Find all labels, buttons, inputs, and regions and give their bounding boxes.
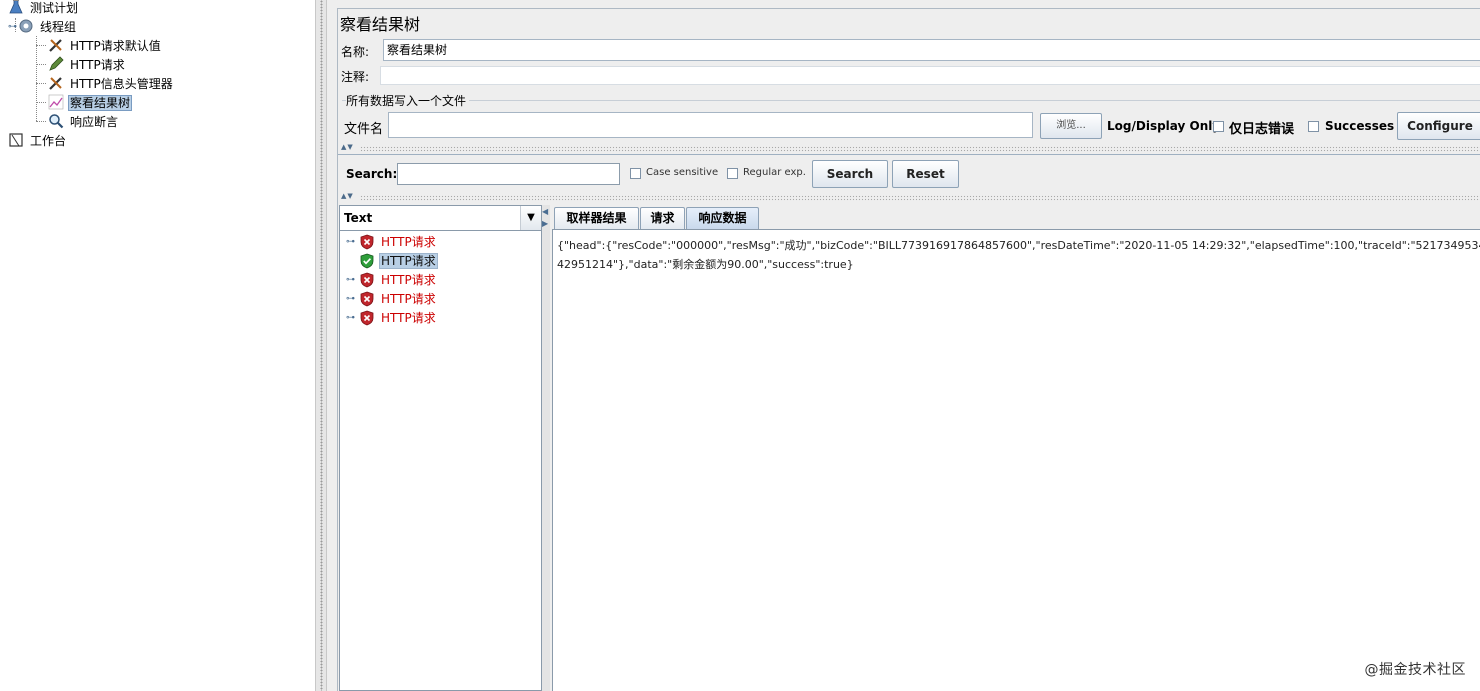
response-data-pane[interactable]: {"head":{"resCode":"000000","resMsg":"成功… — [552, 229, 1480, 691]
successes-label: Successes — [1325, 119, 1395, 133]
tree-connector — [36, 64, 46, 65]
magnifier-icon — [48, 113, 64, 129]
gear-icon — [18, 18, 34, 34]
page-title: 察看结果树 — [340, 15, 421, 34]
tree-item-label: 线程组 — [40, 19, 77, 34]
result-item[interactable]: ⊶ HTTP请求 — [346, 232, 438, 250]
tab-sampler-result[interactable]: 取样器结果 — [554, 207, 639, 229]
tree-item-http-request[interactable]: HTTP请求 — [48, 55, 127, 73]
error-shield-icon — [359, 272, 375, 288]
expand-handle-icon[interactable]: ⊶ — [346, 290, 356, 308]
divider — [360, 195, 1480, 201]
expand-handle-icon[interactable]: ⊶ — [346, 271, 356, 289]
watermark: @掘金技术社区 — [1364, 662, 1466, 678]
divider — [360, 146, 1480, 152]
group-title: 所有数据写入一个文件 — [346, 92, 470, 109]
name-label: 名称: — [341, 45, 370, 59]
collapse-arrows-icon[interactable]: ▲▼ — [341, 192, 354, 200]
regex-checkbox[interactable] — [727, 168, 738, 179]
result-label: HTTP请求 — [381, 310, 436, 325]
comment-field[interactable] — [380, 66, 1480, 85]
result-item[interactable]: HTTP请求 — [346, 251, 438, 269]
response-text: {"head":{"resCode":"000000","resMsg":"成功… — [557, 239, 1480, 271]
results-tree: ⊶ HTTP请求 HTTP请求 ⊶ HTTP请求 ⊶ HTTP请求 ⊶ HTTP请求 — [339, 231, 542, 691]
result-item[interactable]: ⊶ HTTP请求 — [346, 270, 438, 288]
chart-icon — [48, 94, 64, 110]
tree-connector — [36, 121, 46, 122]
tree-item-label: HTTP请求 — [70, 57, 125, 72]
chevron-right-icon[interactable]: ▶ — [542, 219, 548, 228]
expand-handle-icon[interactable]: ⊶ — [346, 309, 356, 327]
result-label: HTTP请求 — [379, 252, 438, 269]
pen-icon — [48, 55, 64, 72]
tree-item-label: 测试计划 — [30, 0, 79, 15]
test-plan-tree: 测试计划 ⊶ 线程组 HTTP请求默认值 HTTP请求 HTTP信息头管理器 察… — [0, 0, 315, 691]
tree-item-test-plan[interactable]: 测试计划 — [8, 0, 80, 16]
renderer-selected: Text — [344, 211, 373, 225]
filename-input[interactable] — [388, 112, 1033, 138]
group-border — [342, 100, 1480, 101]
browse-button[interactable]: 浏览... — [1040, 113, 1102, 139]
tree-connector — [36, 45, 46, 46]
tree-connector — [36, 36, 37, 121]
wrench-icon — [48, 37, 64, 53]
panel-body: 察看结果树 名称: 察看结果树 注释: 所有数据写入一个文件 文件名 浏览...… — [337, 8, 1480, 691]
tree-item-label: 工作台 — [30, 133, 67, 148]
tree-item-header-manager[interactable]: HTTP信息头管理器 — [48, 74, 175, 92]
successes-checkbox[interactable] — [1308, 121, 1319, 132]
result-label: HTTP请求 — [381, 234, 436, 249]
result-item[interactable]: ⊶ HTTP请求 — [346, 289, 438, 307]
result-label: HTTP请求 — [381, 272, 436, 287]
divider — [338, 154, 1480, 155]
main-splitter[interactable] — [315, 0, 327, 691]
results-splitter[interactable]: ◀ ▶ — [542, 205, 550, 691]
filename-label: 文件名 — [344, 122, 384, 137]
tab-request[interactable]: 请求 — [640, 207, 685, 229]
view-results-tree-panel: 察看结果树 名称: 察看结果树 注释: 所有数据写入一个文件 文件名 浏览...… — [327, 0, 1480, 691]
error-shield-icon — [359, 234, 375, 250]
expand-handle-icon[interactable]: ⊶ — [346, 233, 356, 251]
result-label: HTTP请求 — [381, 291, 436, 306]
errors-only-label: 仅日志错误 — [1229, 122, 1295, 137]
chevron-left-icon[interactable]: ◀ — [542, 207, 548, 216]
tree-item-label: 察看结果树 — [68, 94, 133, 111]
chevron-down-icon[interactable]: ▼ — [520, 206, 541, 230]
search-label: Search: — [346, 167, 398, 181]
renderer-select[interactable]: Text ▼ — [339, 205, 542, 231]
regex-label: Regular exp. — [743, 167, 806, 178]
tree-item-label: HTTP请求默认值 — [70, 38, 161, 53]
tree-item-label: HTTP信息头管理器 — [70, 76, 173, 91]
search-input[interactable] — [397, 163, 620, 185]
tree-connector — [36, 102, 46, 103]
error-shield-icon — [359, 291, 375, 307]
reset-button[interactable]: Reset — [892, 160, 959, 188]
wrench-icon — [48, 75, 64, 91]
case-sensitive-checkbox[interactable] — [630, 168, 641, 179]
tree-item-view-results[interactable]: 察看结果树 — [48, 93, 133, 111]
tree-item-label: 响应断言 — [70, 114, 119, 129]
tree-item-assertion[interactable]: 响应断言 — [48, 112, 120, 130]
workbench-icon — [8, 132, 24, 148]
errors-only-checkbox[interactable] — [1213, 121, 1224, 132]
case-sensitive-label: Case sensitive — [646, 167, 719, 178]
comment-label: 注释: — [341, 70, 370, 84]
result-item[interactable]: ⊶ HTTP请求 — [346, 308, 438, 326]
search-button[interactable]: Search — [812, 160, 888, 188]
error-shield-icon — [359, 310, 375, 326]
tree-connector — [36, 83, 46, 84]
collapse-arrows-icon[interactable]: ▲▼ — [341, 143, 354, 151]
expand-handle-icon[interactable]: ⊶ — [8, 18, 18, 36]
configure-button[interactable]: Configure — [1397, 112, 1480, 140]
success-shield-icon — [359, 253, 375, 269]
tree-item-http-defaults[interactable]: HTTP请求默认值 — [48, 36, 163, 54]
tree-item-thread-group[interactable]: ⊶ 线程组 — [8, 17, 78, 35]
log-display-label: Log/Display Only: — [1107, 119, 1225, 133]
tab-response-data[interactable]: 响应数据 — [686, 207, 759, 229]
flask-icon — [8, 0, 24, 15]
name-field[interactable]: 察看结果树 — [383, 39, 1480, 61]
tree-item-workbench[interactable]: 工作台 — [8, 131, 68, 149]
